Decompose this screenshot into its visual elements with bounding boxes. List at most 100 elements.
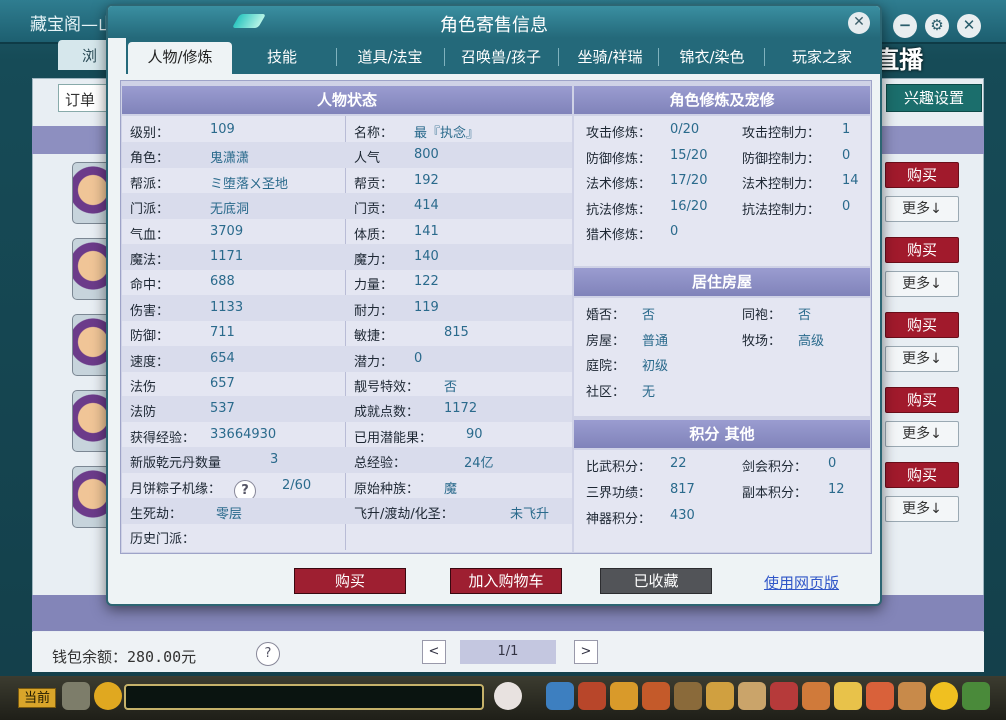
status-value: 零层 (216, 507, 243, 522)
status-value: 1172 (444, 401, 478, 417)
task-icon[interactable] (738, 682, 766, 710)
chat-bubble-icon[interactable] (94, 682, 122, 710)
status-label: 人气 (354, 151, 381, 167)
more-button[interactable]: 更多↓ (885, 496, 959, 522)
status-label: 新版乾元丹数量 (130, 456, 222, 472)
tab-divider (336, 48, 337, 66)
cultivation-label: 防御修炼： (586, 151, 652, 167)
settings-icon[interactable]: ⚙ (925, 14, 949, 38)
settings-gear-icon[interactable] (962, 682, 990, 710)
interest-settings-button[interactable]: 兴趣设置 (886, 84, 982, 112)
housing-value: 高级 (798, 333, 825, 349)
prev-page-button[interactable]: < (422, 640, 446, 664)
buy-button[interactable]: 购买 (885, 237, 959, 263)
buy-button[interactable]: 购买 (885, 387, 959, 413)
tab-skills[interactable]: 技能 (244, 42, 320, 74)
status-value: 否 (444, 380, 458, 395)
status-label: 帮派： (130, 176, 170, 192)
attack-icon[interactable] (546, 682, 574, 710)
tab-summons[interactable]: 召唤兽/孩子 (446, 42, 556, 74)
add-to-cart-button[interactable]: 加入购物车 (450, 568, 562, 594)
quick-icon[interactable] (802, 682, 830, 710)
cultivation-value: 17/20 (670, 173, 708, 188)
status-value: 657 (210, 376, 235, 391)
housing-label: 社区： (586, 384, 626, 400)
guild-icon[interactable] (770, 682, 798, 710)
status-label: 防御： (130, 329, 170, 345)
status-value: 2/60 (282, 477, 312, 493)
status-label: 法防 (130, 405, 157, 421)
status-value: 122 (414, 274, 439, 290)
pet-icon[interactable] (494, 682, 522, 710)
status-value: 魔 (444, 481, 458, 497)
more-button[interactable]: 更多↓ (885, 196, 959, 222)
status-section-title: 人物状态 (122, 86, 572, 114)
status-value: ミ堕落ㄨ圣地 (210, 176, 289, 192)
close-icon[interactable]: ✕ (957, 14, 981, 38)
smile-icon[interactable] (930, 682, 958, 710)
status-value: 688 (210, 274, 235, 290)
dialog-tabs: 人物/修炼 技能 道具/法宝 召唤兽/孩子 坐骑/祥瑞 锦衣/染色 玩家之家 (126, 38, 880, 74)
status-value: 537 (210, 401, 235, 417)
give-icon[interactable] (610, 682, 638, 710)
minimize-icon[interactable]: − (893, 14, 917, 38)
tab-player-home[interactable]: 玩家之家 (772, 42, 872, 74)
housing-label: 庭院： (586, 359, 626, 374)
chat-channel-button[interactable]: 当前 (18, 688, 56, 708)
status-value: 未飞升 (510, 507, 550, 522)
team-icon[interactable] (674, 682, 702, 710)
status-label: 级别： (130, 126, 170, 141)
cultivation-value: 15/20 (670, 147, 708, 163)
system-icon[interactable] (898, 682, 926, 710)
status-label: 月饼粽子机缘： (130, 481, 222, 497)
dialog-close-icon[interactable]: ✕ (848, 12, 870, 34)
help-icon[interactable]: ? (256, 642, 280, 666)
more-button[interactable]: 更多↓ (885, 421, 959, 447)
chat-input[interactable] (124, 684, 484, 710)
pet-list-icon[interactable] (706, 682, 734, 710)
status-row-stripe (122, 294, 572, 321)
friend-icon[interactable] (834, 682, 862, 710)
points-value: 0 (828, 456, 837, 471)
tab-character[interactable]: 人物/修炼 (128, 42, 232, 74)
cultivation-label: 攻击修炼： (586, 126, 652, 141)
action-icon[interactable] (866, 682, 894, 710)
housing-label: 婚否： (586, 308, 626, 323)
status-value: 800 (414, 147, 439, 163)
status-value: 414 (414, 198, 439, 214)
status-value: 3709 (210, 223, 244, 239)
status-value: 1171 (210, 249, 244, 264)
buy-button[interactable]: 购买 (885, 162, 959, 188)
status-value: 140 (414, 249, 439, 264)
tab-outfits[interactable]: 锦衣/染色 (664, 42, 760, 74)
microphone-icon[interactable] (62, 682, 90, 710)
status-label: 成就点数： (354, 405, 420, 421)
status-value: 无底洞 (210, 202, 250, 218)
cultivation-label: 抗法修炼： (586, 202, 652, 218)
status-label: 力量： (354, 278, 394, 294)
points-label: 神器积分： (586, 512, 652, 527)
status-label: 靓号特效： (354, 380, 420, 395)
tab-items[interactable]: 道具/法宝 (342, 42, 438, 74)
tab-divider (444, 48, 445, 66)
cultivation-value: 1 (842, 122, 851, 137)
next-page-button[interactable]: > (574, 640, 598, 664)
more-button[interactable]: 更多↓ (885, 271, 959, 297)
tab-mounts[interactable]: 坐骑/祥瑞 (562, 42, 658, 74)
trade-icon[interactable] (642, 682, 670, 710)
saved-button[interactable]: 已收藏 (600, 568, 712, 594)
housing-label: 牧场： (742, 333, 782, 349)
wallet-balance: 钱包余额：280.00元 (52, 648, 197, 666)
housing-section-title: 居住房屋 (574, 268, 870, 296)
buy-button[interactable]: 购买 (294, 568, 406, 594)
web-version-link[interactable]: 使用网页版 (764, 572, 839, 593)
housing-value: 初级 (642, 359, 669, 374)
housing-value: 否 (642, 308, 656, 323)
item-icon[interactable] (578, 682, 606, 710)
buy-button[interactable]: 购买 (885, 312, 959, 338)
buy-button[interactable]: 购买 (885, 462, 959, 488)
more-button[interactable]: 更多↓ (885, 346, 959, 372)
status-value: 0 (414, 350, 423, 366)
status-label: 法伤 (130, 380, 157, 395)
tab-divider (658, 48, 659, 66)
